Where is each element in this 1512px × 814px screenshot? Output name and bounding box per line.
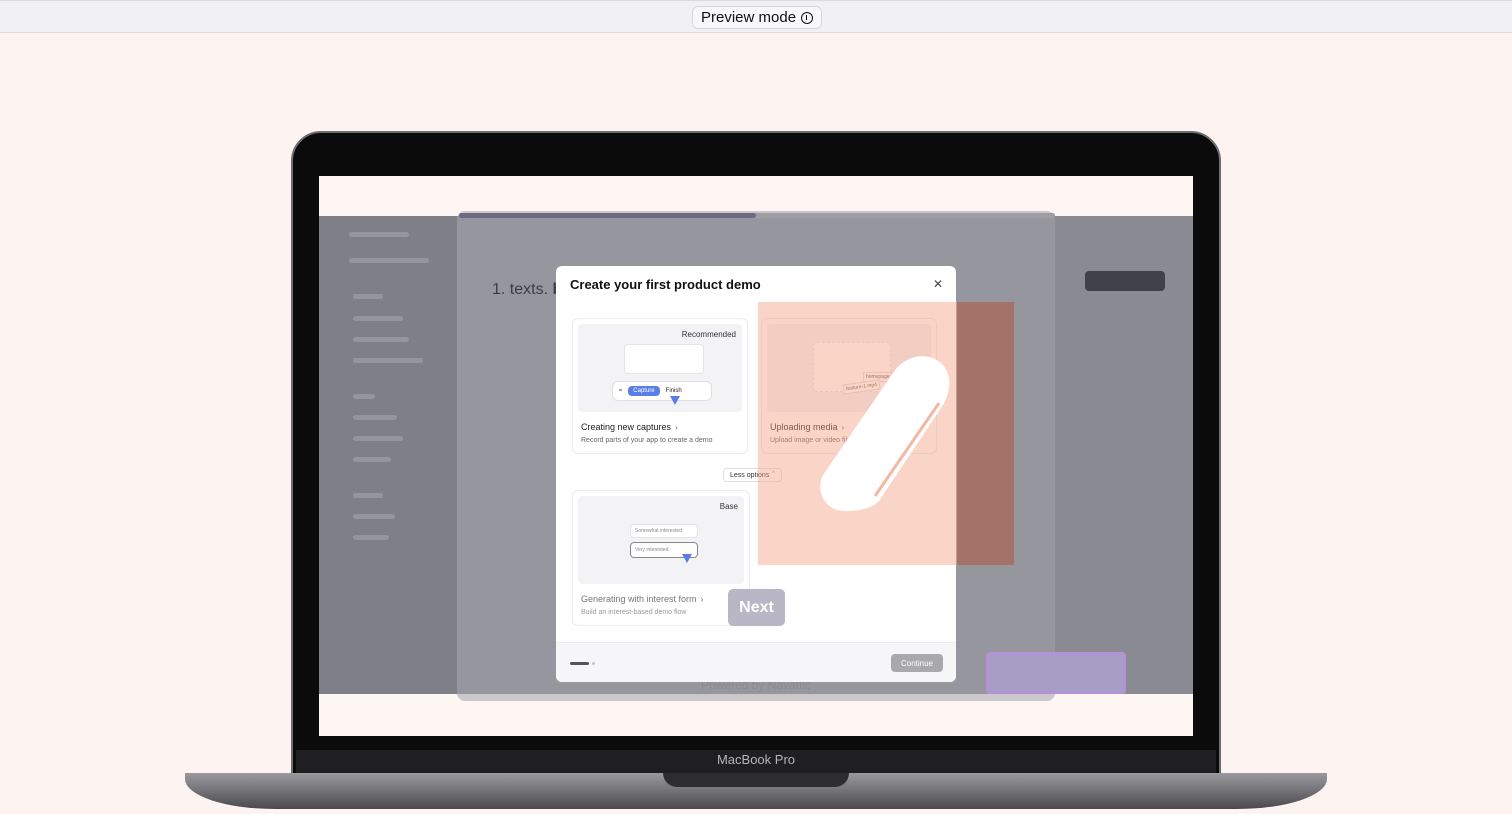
option-card-captures[interactable]: ≈ Capture Finish Recommended Creating ne… bbox=[572, 318, 748, 454]
sidebar-line bbox=[353, 358, 423, 363]
sidebar-line bbox=[353, 394, 375, 399]
sidebar-line bbox=[353, 436, 403, 441]
sidebar-line bbox=[353, 415, 397, 420]
step-dot bbox=[592, 662, 595, 665]
sidebar-line bbox=[353, 337, 409, 342]
option-card-interest-form[interactable]: Somewhat interested Very interested Base… bbox=[572, 490, 750, 626]
sidebar-line bbox=[353, 316, 403, 321]
tour-next-button[interactable]: Next bbox=[728, 589, 785, 626]
chevron-right-icon: › bbox=[675, 423, 678, 432]
recommended-badge: Recommended bbox=[681, 330, 736, 339]
chevron-right-icon: › bbox=[700, 595, 704, 604]
step-dot-active bbox=[570, 662, 589, 665]
sidebar-line bbox=[353, 294, 383, 299]
card-title: Creating new captures › bbox=[581, 422, 678, 432]
card-description: Record parts of your app to create a dem… bbox=[581, 437, 713, 444]
laptop-notch bbox=[663, 773, 849, 787]
captures-thumbnail: ≈ Capture Finish Recommended bbox=[578, 324, 742, 412]
option-somewhat: Somewhat interested bbox=[630, 524, 698, 538]
app-sidebar bbox=[319, 216, 457, 694]
modal-footer: Continue bbox=[556, 642, 956, 682]
navattic-logo-icon bbox=[820, 356, 950, 511]
modal-title: Create your first product demo bbox=[570, 277, 761, 292]
mini-capture-button: Capture bbox=[628, 386, 660, 396]
continue-button[interactable]: Continue bbox=[891, 654, 943, 672]
card-title: Generating with interest form › bbox=[581, 594, 704, 604]
preview-mode-label: Preview mode bbox=[701, 9, 797, 26]
sidebar-line bbox=[349, 258, 429, 263]
mini-finish-label: Finish bbox=[665, 388, 682, 394]
highlight-overlay-dark bbox=[957, 302, 1014, 565]
info-icon[interactable] bbox=[801, 11, 814, 24]
preview-mode-button[interactable]: Preview mode bbox=[692, 6, 823, 29]
cursor-icon bbox=[682, 554, 692, 563]
mini-toolbar: ≈ Capture Finish bbox=[612, 381, 712, 401]
sidebar-line bbox=[353, 535, 389, 540]
preview-bar: Preview mode bbox=[0, 0, 1512, 33]
step-indicator bbox=[570, 662, 595, 665]
cursor-icon bbox=[670, 396, 680, 405]
sidebar-line bbox=[349, 232, 409, 237]
laptop-screen: 1. texts. bold italic underline Powered … bbox=[319, 176, 1193, 736]
background-primary-button bbox=[1085, 271, 1165, 291]
sidebar-line bbox=[353, 514, 395, 519]
sidebar-line bbox=[353, 493, 383, 498]
sidebar-line bbox=[353, 457, 391, 462]
card-description: Build an interest-based demo flow bbox=[581, 609, 687, 616]
close-icon[interactable]: ✕ bbox=[932, 278, 944, 290]
base-badge: Base bbox=[719, 502, 738, 511]
interest-form-thumbnail: Somewhat interested Very interested Base bbox=[578, 496, 744, 584]
squiggle-icon: ≈ bbox=[619, 388, 623, 394]
device-label: MacBook Pro bbox=[716, 752, 796, 767]
tour-progress-fill bbox=[459, 213, 756, 218]
mini-window bbox=[624, 344, 704, 374]
